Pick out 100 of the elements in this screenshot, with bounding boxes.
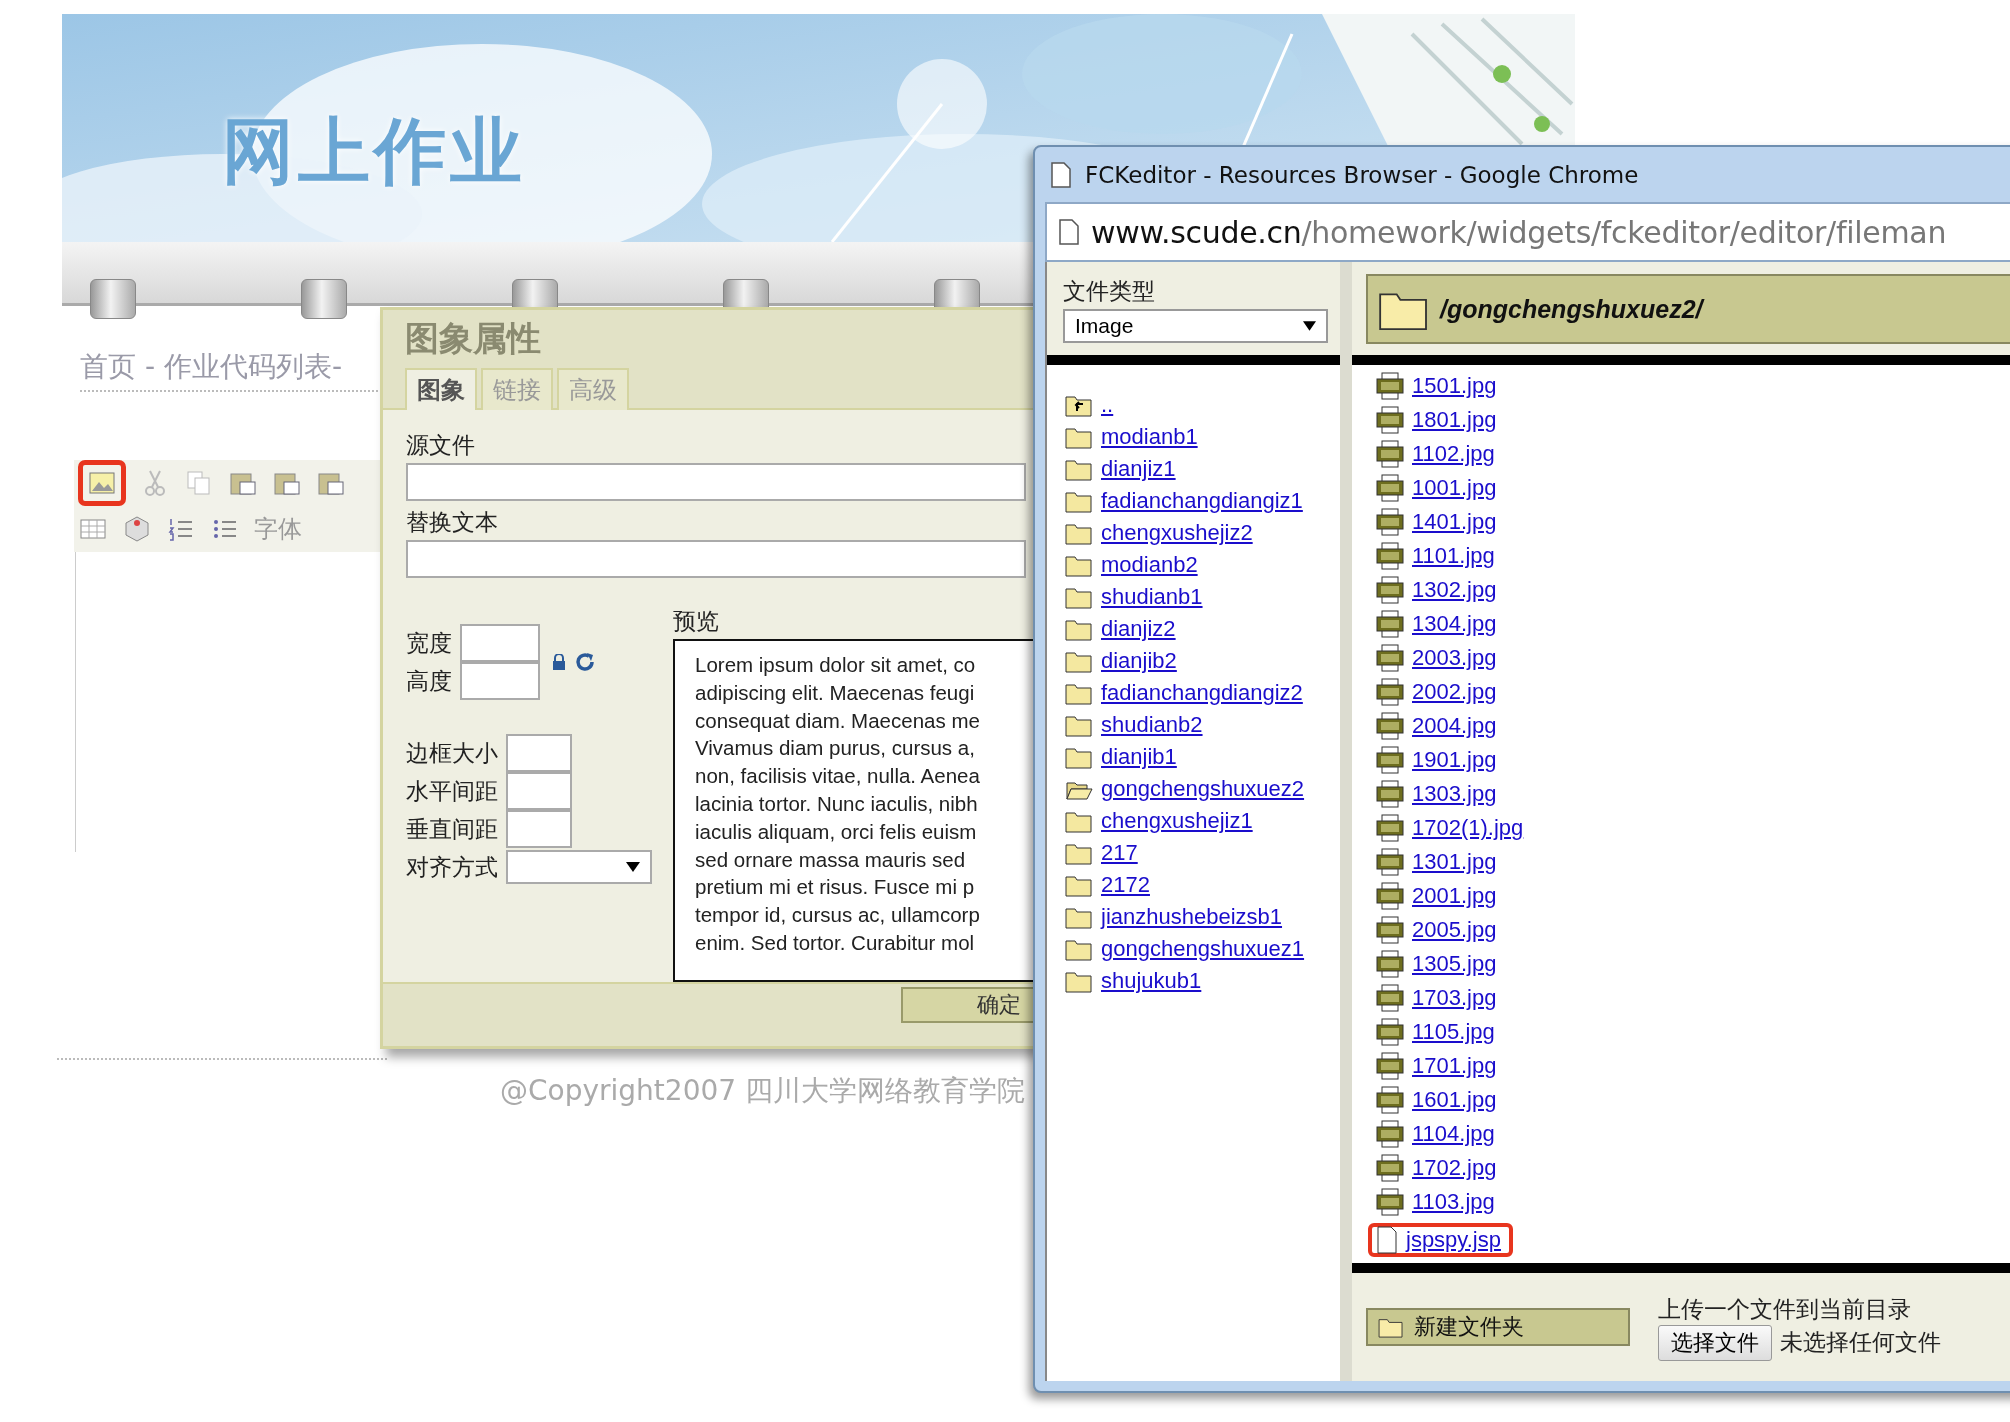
file-link[interactable]: 2003.jpg <box>1412 645 1497 671</box>
page-icon <box>1051 161 1071 188</box>
jpg-file-icon <box>1376 1188 1404 1216</box>
file-link[interactable]: 1601.jpg <box>1412 1087 1497 1113</box>
width-field[interactable] <box>460 624 540 662</box>
file-link[interactable]: 1302.jpg <box>1412 577 1497 603</box>
file-link[interactable]: 1701.jpg <box>1412 1053 1497 1079</box>
folder-link[interactable]: .. <box>1101 392 1114 418</box>
file-item[interactable]: 2003.jpg <box>1368 641 1509 675</box>
field-label: 高度 <box>406 666 452 696</box>
file-item[interactable]: 1702(1).jpg <box>1368 811 1536 845</box>
folder-link[interactable]: 217 <box>1101 840 1138 866</box>
file-item[interactable]: 1801.jpg <box>1368 403 1509 437</box>
border-field[interactable] <box>506 734 572 772</box>
folder-link[interactable]: chengxushejiz2 <box>1101 520 1253 546</box>
jpg-file-icon <box>1376 440 1404 468</box>
file-link[interactable]: 1702.jpg <box>1412 1155 1497 1181</box>
dialog-tab[interactable]: 图象 <box>405 368 477 410</box>
preview-text: enim. Sed tortor. Curabitur mol <box>695 929 976 956</box>
file-item[interactable]: 1102.jpg <box>1368 437 1507 471</box>
file-link[interactable]: 1104.jpg <box>1412 1121 1495 1147</box>
folder-link[interactable]: modianb2 <box>1101 552 1198 578</box>
file-item[interactable]: 2004.jpg <box>1368 709 1509 743</box>
file-link[interactable]: 1901.jpg <box>1412 747 1497 773</box>
folder-link[interactable]: shujukub1 <box>1101 968 1202 994</box>
file-link[interactable]: 1501.jpg <box>1412 373 1497 399</box>
file-item[interactable]: 2001.jpg <box>1368 879 1509 913</box>
file-item[interactable]: 1304.jpg <box>1368 607 1509 641</box>
file-item[interactable]: 1103.jpg <box>1368 1185 1507 1219</box>
file-link[interactable]: 2001.jpg <box>1412 883 1497 909</box>
vspace-field[interactable] <box>506 810 572 848</box>
file-link[interactable]: 1304.jpg <box>1412 611 1497 637</box>
site-title: 网上作业 <box>222 108 526 195</box>
file-link[interactable]: 1702(1).jpg <box>1412 815 1524 841</box>
file-link[interactable]: 1401.jpg <box>1412 509 1497 535</box>
file-item[interactable]: 2002.jpg <box>1368 675 1509 709</box>
file-link[interactable]: 1105.jpg <box>1412 1019 1495 1045</box>
jpg-file-icon <box>1376 610 1404 638</box>
folder-link[interactable]: gongchengshuxuez2 <box>1101 776 1305 802</box>
file-link[interactable]: 1102.jpg <box>1412 441 1495 467</box>
field-label: 替换文本 <box>406 508 499 537</box>
file-item[interactable]: 1104.jpg <box>1368 1117 1507 1151</box>
file-item[interactable]: 1302.jpg <box>1368 573 1509 607</box>
ok-button[interactable]: 确定 <box>901 987 1033 1023</box>
folder-link[interactable]: jianzhushebeizsb1 <box>1101 904 1283 930</box>
file-item[interactable]: 1301.jpg <box>1368 845 1509 879</box>
folder-link[interactable]: dianjiz2 <box>1101 616 1176 642</box>
align-select[interactable] <box>506 850 652 884</box>
folder-link[interactable]: fadianchangdiangiz1 <box>1101 488 1303 514</box>
folder-link[interactable]: 2172 <box>1101 872 1150 898</box>
file-item[interactable]: 1001.jpg <box>1368 471 1509 505</box>
file-item[interactable]: 1105.jpg <box>1368 1015 1507 1049</box>
file-link[interactable]: 2005.jpg <box>1412 917 1497 943</box>
file-link[interactable]: 1101.jpg <box>1412 543 1495 569</box>
jpg-file-icon <box>1376 474 1404 502</box>
folder-link[interactable]: gongchengshuxuez1 <box>1101 936 1305 962</box>
folder-link[interactable]: dianjib1 <box>1101 744 1177 770</box>
new-folder-button[interactable]: 新建文件夹 <box>1366 1308 1630 1346</box>
file-item[interactable]: 1702.jpg <box>1368 1151 1509 1185</box>
height-field[interactable] <box>460 662 540 700</box>
file-item[interactable]: jspspy.jsp <box>1368 1223 1513 1257</box>
jpg-file-icon <box>1376 916 1404 944</box>
cube-icon <box>122 514 152 544</box>
file-item[interactable]: 1901.jpg <box>1368 743 1509 777</box>
file-link[interactable]: 1801.jpg <box>1412 407 1497 433</box>
folder-link[interactable]: dianjiz1 <box>1101 456 1176 482</box>
file-link[interactable]: 1305.jpg <box>1412 951 1497 977</box>
folder-link[interactable]: chengxushejiz1 <box>1101 808 1253 834</box>
file-link[interactable]: 2004.jpg <box>1412 713 1497 739</box>
jpg-file-icon <box>1376 848 1404 876</box>
hspace-field[interactable] <box>506 772 572 810</box>
alt-text-field[interactable] <box>406 540 1026 578</box>
file-item[interactable]: 2005.jpg <box>1368 913 1509 947</box>
folder-link[interactable]: dianjib2 <box>1101 648 1177 674</box>
file-link[interactable]: jspspy.jsp <box>1406 1227 1501 1253</box>
image-button[interactable] <box>78 460 126 506</box>
file-link[interactable]: 1303.jpg <box>1412 781 1497 807</box>
file-item[interactable]: 1401.jpg <box>1368 505 1509 539</box>
file-link[interactable]: 1301.jpg <box>1412 849 1497 875</box>
file-item[interactable]: 1305.jpg <box>1368 947 1509 981</box>
folder-link[interactable]: modianb1 <box>1101 424 1198 450</box>
source-field[interactable] <box>406 463 1026 501</box>
file-item[interactable]: 1501.jpg <box>1368 369 1509 403</box>
file-item[interactable]: 1701.jpg <box>1368 1049 1509 1083</box>
file-item[interactable]: 1703.jpg <box>1368 981 1509 1015</box>
file-link[interactable]: 1703.jpg <box>1412 985 1497 1011</box>
folder-link[interactable]: shudianb1 <box>1101 584 1203 610</box>
folder-link[interactable]: fadianchangdiangiz2 <box>1101 680 1303 706</box>
file-item[interactable]: 1303.jpg <box>1368 777 1509 811</box>
file-item[interactable]: 1101.jpg <box>1368 539 1507 573</box>
file-link[interactable]: 1103.jpg <box>1412 1189 1495 1215</box>
jpg-file-icon <box>1376 372 1404 400</box>
preview-text: pretium mi et risus. Fusce mi p <box>695 874 976 901</box>
choose-file-button[interactable]: 选择文件 <box>1658 1324 1772 1361</box>
file-link[interactable]: 2002.jpg <box>1412 679 1497 705</box>
file-item[interactable]: 1601.jpg <box>1368 1083 1509 1117</box>
file-link[interactable]: 1001.jpg <box>1412 475 1497 501</box>
address-bar[interactable]: www.scude.cn/homework/widgets/fckeditor/editor/fileman <box>1045 202 2010 262</box>
file-type-select[interactable]: Image <box>1063 309 1328 343</box>
folder-link[interactable]: shudianb2 <box>1101 712 1203 738</box>
